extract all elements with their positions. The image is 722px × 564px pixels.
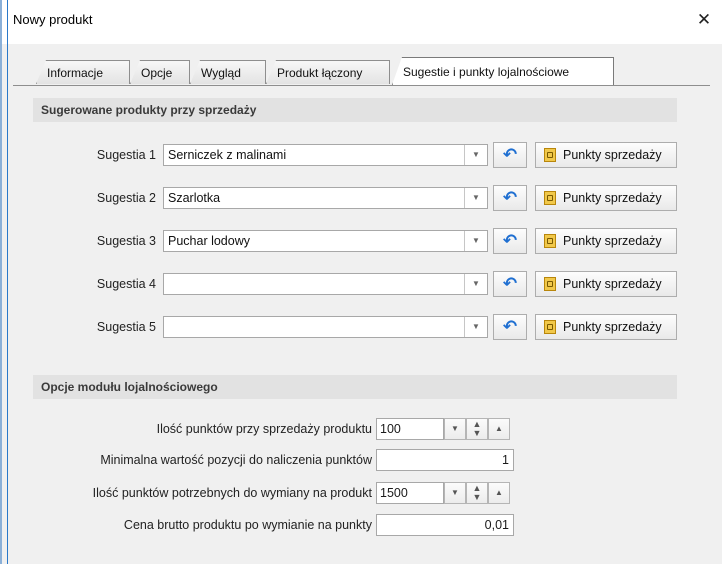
tab-sugestie[interactable]: Sugestie i punkty lojalnościowe	[392, 57, 614, 85]
chevron-up-icon[interactable]: ▲	[488, 482, 510, 504]
points-button-label: Punkty sprzedaży	[563, 234, 662, 248]
undo-arrow-icon: ↶	[502, 145, 518, 165]
tab-label: Opcje	[141, 66, 173, 80]
tab-label: Informacje	[47, 66, 104, 80]
gross-price-label: Cena brutto produktu po wymianie na punk…	[123, 518, 372, 532]
suggestion-4-label: Sugestia 4	[96, 277, 156, 291]
points-per-sale-spinner[interactable]: 100 ▼ ▲ ▼ ▲	[376, 418, 514, 440]
suggestion-5-combo[interactable]: ▼	[163, 316, 488, 338]
chevron-down-icon[interactable]: ▼	[444, 482, 466, 504]
chevron-down-icon[interactable]: ▼	[464, 274, 487, 294]
points-button-label: Punkty sprzedaży	[563, 148, 662, 162]
suggestion-5-label: Sugestia 5	[96, 320, 156, 334]
suggestion-1-undo-button[interactable]: ↶	[493, 142, 527, 168]
loyalty-section-header: Opcje modułu lojalnościowego	[33, 375, 677, 399]
spin-updown-icon[interactable]: ▲ ▼	[466, 418, 488, 440]
suggestion-3-undo-button[interactable]: ↶	[493, 228, 527, 254]
suggestion-4-undo-button[interactable]: ↶	[493, 271, 527, 297]
min-value-label: Minimalna wartość pozycji do naliczenia …	[100, 453, 372, 467]
chevron-down-icon[interactable]: ▼	[444, 418, 466, 440]
window-edge	[0, 0, 2, 564]
chevron-down-icon[interactable]: ▼	[464, 317, 487, 337]
tab-produkt-laczony[interactable]: Produkt łączony	[266, 60, 390, 84]
tab-label: Produkt łączony	[277, 66, 363, 80]
sales-points-icon	[544, 320, 556, 334]
suggestion-2-label: Sugestia 2	[96, 191, 156, 205]
suggestion-5-undo-button[interactable]: ↶	[493, 314, 527, 340]
tab-label: Wygląd	[201, 66, 241, 80]
suggestion-3-combo[interactable]: Puchar lodowy ▼	[163, 230, 488, 252]
suggestion-3-value: Puchar lodowy	[168, 234, 250, 248]
title-bar: Nowy produkt ✕	[0, 0, 722, 44]
suggestion-2-combo[interactable]: Szarlotka ▼	[163, 187, 488, 209]
tab-wyglad[interactable]: Wygląd	[190, 60, 266, 84]
close-icon[interactable]: ✕	[694, 10, 714, 30]
points-needed-input[interactable]: 1500	[376, 482, 444, 504]
points-needed-label: Ilość punktów potrzebnych do wymiany na …	[92, 486, 372, 500]
tab-informacje[interactable]: Informacje	[36, 60, 130, 84]
suggestion-1-points-button[interactable]: Punkty sprzedaży	[535, 142, 677, 168]
tab-opcje[interactable]: Opcje	[130, 60, 190, 84]
tab-label: Sugestie i punkty lojalnościowe	[403, 65, 570, 79]
points-per-sale-input[interactable]: 100	[376, 418, 444, 440]
points-per-sale-label: Ilość punktów przy sprzedaży produktu	[156, 422, 372, 436]
chevron-down-icon[interactable]: ▼	[464, 231, 487, 251]
suggestion-1-combo[interactable]: Serniczek z malinami ▼	[163, 144, 488, 166]
undo-arrow-icon: ↶	[502, 188, 518, 208]
min-value-input[interactable]: 1	[376, 449, 514, 471]
suggestion-4-points-button[interactable]: Punkty sprzedaży	[535, 271, 677, 297]
suggestions-section-header: Sugerowane produkty przy sprzedaży	[33, 98, 677, 122]
undo-arrow-icon: ↶	[502, 317, 518, 337]
sales-points-icon	[544, 148, 556, 162]
suggestion-1-label: Sugestia 1	[96, 148, 156, 162]
suggestion-3-label: Sugestia 3	[96, 234, 156, 248]
chevron-down-icon[interactable]: ▼	[464, 145, 487, 165]
suggestion-2-value: Szarlotka	[168, 191, 221, 205]
undo-arrow-icon: ↶	[502, 231, 518, 251]
points-button-label: Punkty sprzedaży	[563, 320, 662, 334]
points-button-label: Punkty sprzedaży	[563, 277, 662, 291]
suggestion-3-points-button[interactable]: Punkty sprzedaży	[535, 228, 677, 254]
chevron-up-icon[interactable]: ▲	[488, 418, 510, 440]
window-border	[7, 0, 8, 564]
suggestion-2-points-button[interactable]: Punkty sprzedaży	[535, 185, 677, 211]
suggestion-5-points-button[interactable]: Punkty sprzedaży	[535, 314, 677, 340]
sales-points-icon	[544, 191, 556, 205]
window-title: Nowy produkt	[13, 12, 93, 27]
suggestion-1-value: Serniczek z malinami	[168, 148, 287, 162]
sales-points-icon	[544, 277, 556, 291]
gross-price-input[interactable]: 0,01	[376, 514, 514, 536]
undo-arrow-icon: ↶	[502, 274, 518, 294]
dialog-window: Nowy produkt ✕ Informacje Opcje Wygląd P…	[0, 0, 722, 564]
suggestion-2-undo-button[interactable]: ↶	[493, 185, 527, 211]
suggestion-4-combo[interactable]: ▼	[163, 273, 488, 295]
points-needed-spinner[interactable]: 1500 ▼ ▲ ▼ ▲	[376, 482, 514, 504]
chevron-down-icon[interactable]: ▼	[464, 188, 487, 208]
points-button-label: Punkty sprzedaży	[563, 191, 662, 205]
sales-points-icon	[544, 234, 556, 248]
spin-updown-icon[interactable]: ▲ ▼	[466, 482, 488, 504]
